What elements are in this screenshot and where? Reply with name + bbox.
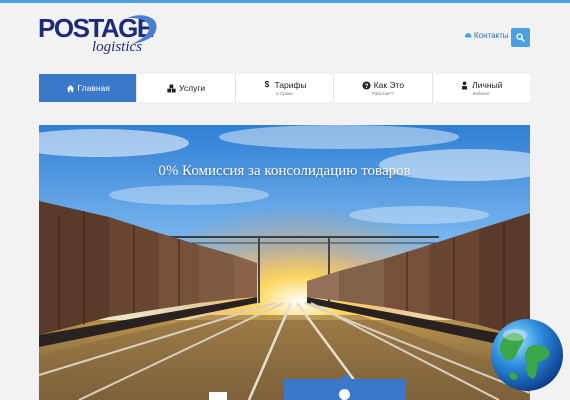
cloud-icon <box>464 32 472 38</box>
question-icon: ? <box>362 80 371 90</box>
nav-sub-tariffs: и Сроки <box>276 91 293 96</box>
svg-text:?: ? <box>364 83 368 90</box>
contacts-label: Контакты <box>474 30 509 40</box>
nav-label-services: Услуги <box>179 83 206 93</box>
logo-sub-text: logistics <box>92 39 143 55</box>
nav-item-tariffs[interactable]: $ Тарифы и Сроки <box>235 74 335 102</box>
search-icon <box>516 33 525 42</box>
nav-item-how-it-works[interactable]: ? Как Это Работает? <box>334 74 433 102</box>
nav-label-tariffs: Тарифы <box>274 80 307 90</box>
nav-item-account[interactable]: Личный Кабинет <box>432 74 531 102</box>
nav-label-how-it-works: Как Это <box>373 80 405 90</box>
nav-item-services[interactable]: Услуги <box>137 74 236 102</box>
search-button[interactable] <box>511 28 530 47</box>
site-logo[interactable]: POSTAGE logistics <box>38 13 163 57</box>
hero-slider: 0% Комиссия за консолидацию товаров <box>39 125 530 400</box>
contacts-link[interactable]: Контакты <box>464 29 509 41</box>
hero-title: 0% Комиссия за консолидацию товаров <box>158 163 411 179</box>
main-nav: Главная Услуги $ Тарифы и Сроки ? Как Эт… <box>39 74 531 102</box>
slider-dot <box>339 389 350 400</box>
globe-icon[interactable] <box>489 317 565 393</box>
user-icon <box>461 81 468 90</box>
nav-sub-account: Кабинет <box>472 91 490 96</box>
nav-label-home: Главная <box>77 83 110 93</box>
slider-tab-notch <box>340 374 352 379</box>
slide-indicator-left[interactable] <box>209 392 227 400</box>
top-accent-strip <box>0 0 570 3</box>
cubes-icon <box>167 84 176 92</box>
home-icon <box>66 84 74 92</box>
dollar-icon: $ <box>264 80 270 89</box>
nav-item-home[interactable]: Главная <box>39 74 138 102</box>
slider-active-tab[interactable] <box>284 374 406 400</box>
nav-label-account: Личный <box>472 80 503 90</box>
nav-sub-how-it-works: Работает? <box>372 91 394 96</box>
